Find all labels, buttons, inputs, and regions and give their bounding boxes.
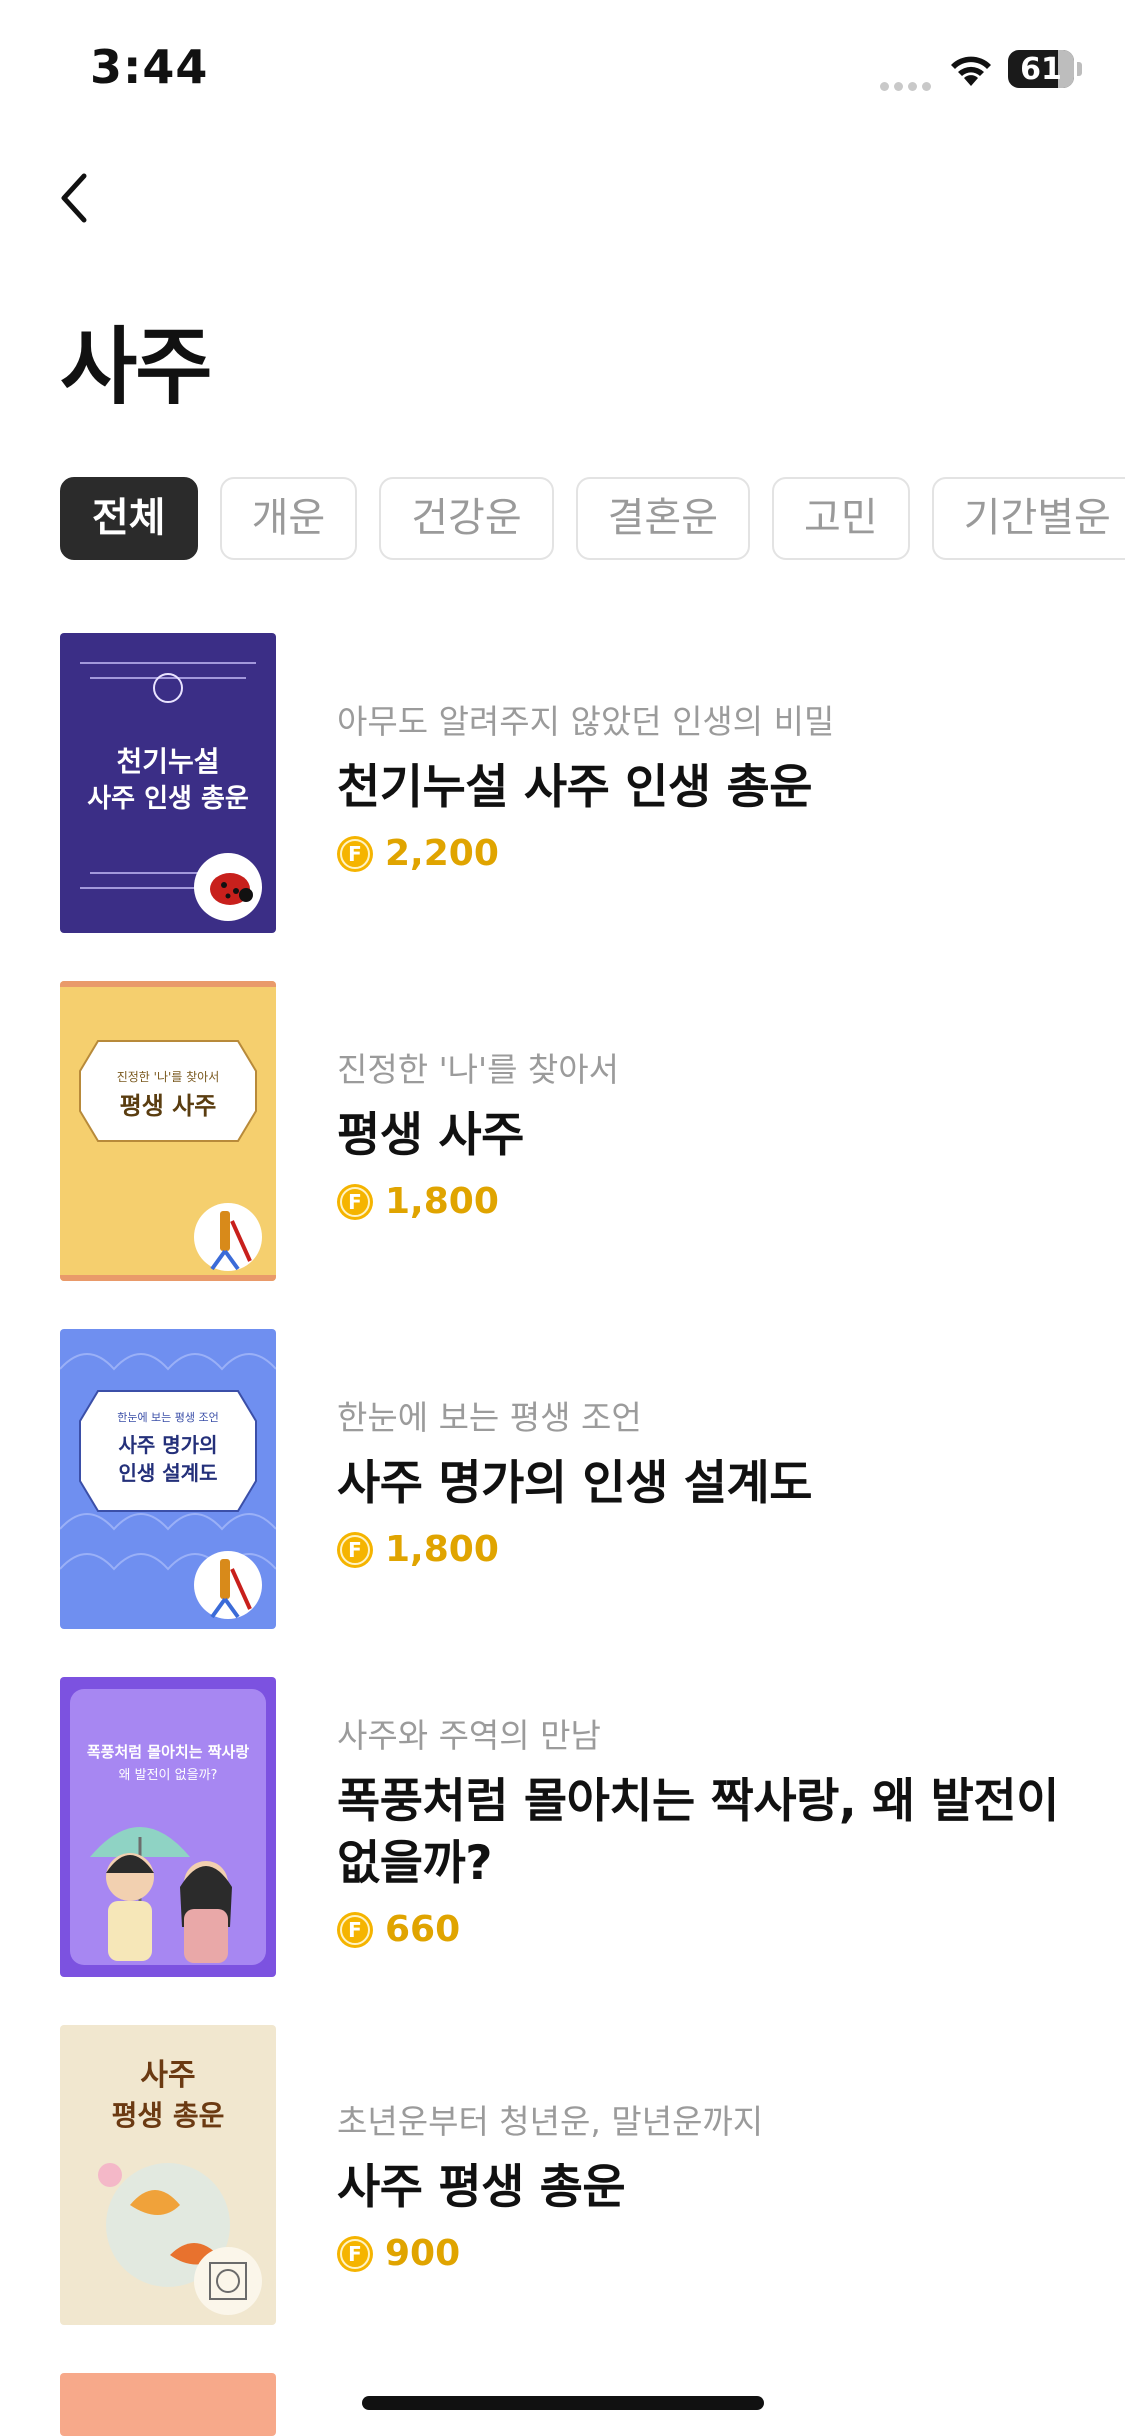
coin-icon: F: [337, 2235, 373, 2272]
thumb-title-line1: 사주 명가의: [119, 1433, 218, 1457]
back-chevron-icon[interactable]: [52, 168, 98, 228]
home-indicator: [362, 2396, 764, 2410]
seal-icon: [194, 2247, 262, 2315]
category-tabs: 전체 개운 건강운 결혼운 고민 기간별운: [60, 477, 1125, 561]
item-subtitle: 아무도 알려주지 않았던 인생의 비밀: [337, 702, 835, 741]
thumb-title-line1: 사주: [140, 2058, 195, 2093]
item-price: F 1,800: [337, 1529, 1097, 1570]
list-item[interactable]: 한눈에 보는 평생 조언 사주 명가의 인생 설계도 한눈에 보는 평생 조언 …: [60, 1329, 1100, 1629]
item-subtitle: 한눈에 보는 평생 조언: [337, 1398, 642, 1437]
product-thumbnail: 사주 평생 총운: [60, 2025, 276, 2325]
tab-period[interactable]: 기간별운: [931, 477, 1125, 560]
item-price: F 660: [337, 1909, 1097, 1950]
tab-worries[interactable]: 고민: [772, 477, 910, 560]
thumb-title-line2: 사주 인생 총운: [87, 784, 249, 814]
item-price: F 1,800: [337, 1181, 1097, 1222]
item-subtitle: 초년운부터 청년운, 말년운까지: [337, 2102, 764, 2141]
page-title: 사주: [60, 318, 213, 416]
thumb-caption: 한눈에 보는 평생 조언: [117, 1411, 219, 1424]
item-name: 사주 명가의 인생 설계도: [337, 1456, 813, 1511]
coin-icon: F: [337, 1531, 373, 1568]
item-price: F 2,200: [337, 833, 1097, 874]
cellular-signal-icon: [880, 76, 936, 91]
item-subtitle: 진정한 '나'를 찾아서: [337, 1050, 620, 1089]
thumb-title: 평생 사주: [120, 1092, 217, 1120]
tassel-icon: [194, 1551, 262, 1619]
tab-health[interactable]: 건강운: [379, 477, 554, 560]
product-thumbnail: 진정한 '나'를 찾아서 평생 사주: [60, 981, 276, 1281]
product-thumbnail: 한눈에 보는 평생 조언 사주 명가의 인생 설계도: [60, 1329, 276, 1629]
list-item[interactable]: 폭풍처럼 몰아치는 짝사랑 왜 발전이 없을까? 사주와 주역의 만남 폭풍처럼…: [60, 1677, 1100, 1977]
item-price: F 900: [337, 2233, 1097, 2274]
product-thumbnail: 폭풍처럼 몰아치는 짝사랑 왜 발전이 없을까?: [60, 1677, 276, 1977]
tassel-icon: [194, 1203, 262, 1271]
item-name: 사주 평생 총운: [337, 2160, 626, 2215]
item-subtitle: 사주와 주역의 만남: [337, 1716, 601, 1755]
wifi-icon: [951, 56, 991, 86]
item-name: 평생 사주: [337, 1108, 524, 1163]
tab-all[interactable]: 전체: [60, 477, 198, 560]
coin-icon: F: [337, 835, 373, 872]
status-bar: 3:44 61: [0, 0, 1125, 140]
list-item[interactable]: 천기누설 사주 인생 총운 아무도 알려주지 않았던 인생의 비밀 천기누설 사…: [60, 633, 1100, 933]
thumb-caption: 진정한 '나'를 찾아서: [117, 1070, 220, 1084]
next-item-thumbnail-partial[interactable]: [60, 2373, 276, 2436]
thumb-title-line1: 폭풍처럼 몰아치는 짝사랑: [87, 1743, 249, 1761]
price-value: 1,800: [385, 1181, 499, 1222]
item-name: 폭풍처럼 몰아치는 짝사랑, 왜 발전이 없을까?: [337, 1774, 1059, 1891]
coin-icon: F: [337, 1183, 373, 1220]
price-value: 660: [385, 1909, 461, 1950]
price-value: 900: [385, 2233, 461, 2274]
ladybug-icon: [194, 853, 262, 921]
thumb-title-line2: 왜 발전이 없을까?: [119, 1768, 218, 1783]
status-time: 3:44: [90, 40, 209, 94]
thumb-title-line2: 인생 설계도: [119, 1461, 218, 1485]
tab-marriage[interactable]: 결혼운: [575, 477, 751, 560]
item-name: 천기누설 사주 인생 총운: [337, 760, 813, 815]
list-item[interactable]: 진정한 '나'를 찾아서 평생 사주 진정한 '나'를 찾아서 평생 사주 F …: [60, 981, 1100, 1281]
product-thumbnail: 천기누설 사주 인생 총운: [60, 633, 276, 933]
battery-tip: [1077, 62, 1082, 76]
coin-icon: F: [337, 1911, 373, 1948]
thumb-title-line1: 천기누설: [116, 745, 219, 778]
price-value: 1,800: [385, 1529, 499, 1570]
tab-luck-boost[interactable]: 개운: [219, 477, 358, 560]
price-value: 2,200: [385, 833, 499, 874]
list-item[interactable]: 사주 평생 총운 초년운부터 청년운, 말년운까지 사주 평생 총운 F 900: [60, 2025, 1100, 2325]
battery-icon: 61: [1008, 50, 1074, 88]
thumb-title-line2: 평생 총운: [112, 2099, 225, 2132]
battery-level: 61: [1020, 52, 1062, 87]
